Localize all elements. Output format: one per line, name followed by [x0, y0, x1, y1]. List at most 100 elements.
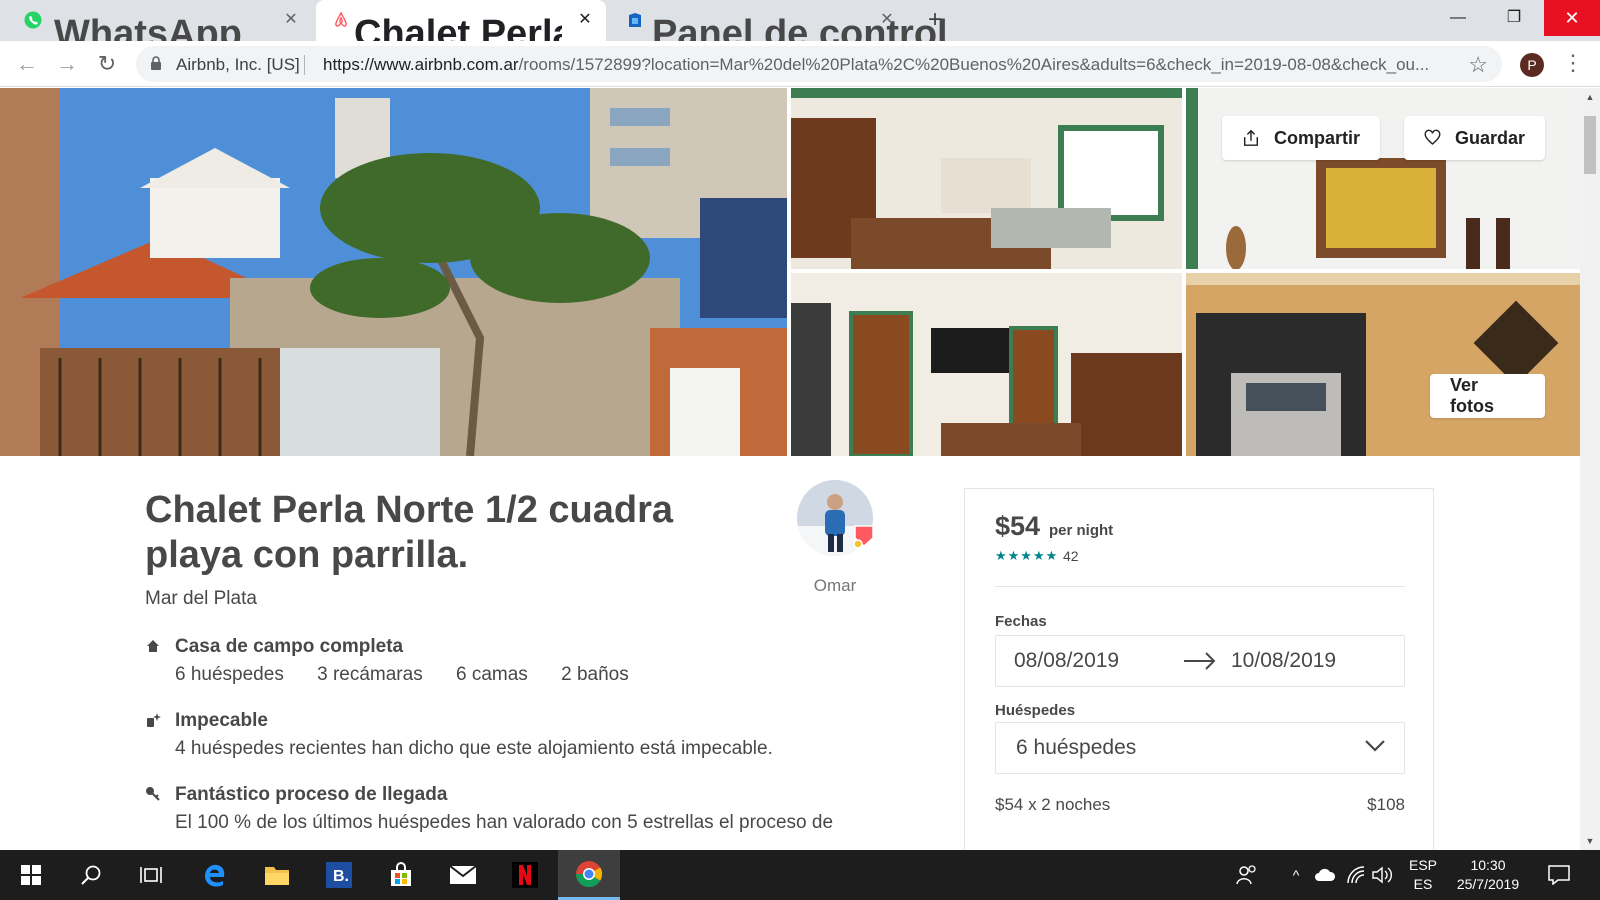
host-name[interactable]: Omar [790, 576, 880, 596]
lock-icon [151, 56, 161, 70]
rating-stars[interactable]: ★★★★★ [995, 548, 1058, 564]
address-bar[interactable]: Airbnb, Inc. [US] https://www.airbnb.com… [136, 46, 1502, 82]
bookmark-star-icon[interactable]: ☆ [1468, 52, 1488, 78]
address-divider [304, 55, 305, 75]
line-item-label: $54 x 2 noches [995, 795, 1111, 814]
listing-title: Chalet Perla Norte 1/2 cuadra playa con … [145, 489, 673, 576]
check-out-date[interactable]: 10/08/2019 [1231, 649, 1336, 673]
arrow-right-icon [1184, 652, 1216, 670]
profile-avatar[interactable]: P [1520, 53, 1544, 77]
photo-garage[interactable] [1186, 273, 1580, 456]
keyboard-layout: ES [1413, 876, 1433, 892]
svg-text:B.: B. [333, 868, 349, 885]
price-line-item: $54 x 2 noches $108 [995, 795, 1405, 815]
page-scrollbar[interactable]: ▲ ▼ [1580, 88, 1600, 850]
speaker-icon [1372, 866, 1392, 884]
key-icon [146, 787, 160, 801]
main-photo-exterior[interactable] [0, 88, 787, 456]
taskbar-mail[interactable] [432, 850, 494, 900]
tab-close-button[interactable]: ✕ [280, 9, 302, 31]
windows-logo-icon [21, 865, 41, 885]
scroll-up-icon[interactable]: ▲ [1584, 92, 1596, 102]
url-path: /rooms/1572899?location=Mar%20del%20Plat… [518, 55, 1430, 74]
taskbar-edge[interactable] [184, 850, 246, 900]
feature-description: 4 huéspedes recientes han dicho que este… [175, 738, 773, 759]
language-code: ESP [1408, 857, 1437, 873]
save-label: Guardar [1454, 127, 1525, 148]
tab-close-button[interactable]: ✕ [876, 9, 898, 31]
url-text[interactable]: https://www.airbnb.com.ar/rooms/1572899?… [323, 55, 1448, 75]
mail-icon [449, 865, 477, 884]
restore-button[interactable]: ❐ [1486, 0, 1542, 36]
tab-control-panel[interactable]: Panel de control ✕ [610, 0, 948, 55]
view-photos-button[interactable]: Ver fotos [1430, 374, 1545, 418]
wifi-button[interactable] [1346, 850, 1368, 900]
task-view-icon [140, 867, 162, 883]
feature-heading: Casa de campo completa [175, 636, 404, 657]
people-button[interactable] [1236, 850, 1266, 900]
bathrooms-count: 2 baños [561, 664, 629, 685]
onedrive-button[interactable] [1314, 850, 1338, 900]
close-window-button[interactable]: ✕ [1544, 0, 1600, 36]
date-range-picker[interactable]: 08/08/2019 10/08/2019 [995, 635, 1405, 687]
tab-whatsapp[interactable]: WhatsApp ✕ [0, 0, 312, 55]
scrollbar-thumb[interactable] [1584, 116, 1596, 174]
chrome-icon [575, 860, 603, 887]
save-button[interactable]: Guardar [1404, 116, 1545, 160]
scroll-down-icon[interactable]: ▼ [1584, 836, 1596, 846]
notification-icon [1548, 865, 1570, 886]
photo-gallery: Compartir Guardar Ver fotos [0, 88, 1580, 456]
cloud-icon [1315, 868, 1336, 881]
guests-dropdown[interactable]: 6 huéspedes [995, 722, 1405, 774]
whatsapp-icon [24, 11, 42, 29]
search-icon [81, 865, 101, 885]
booking-panel: $54 per night ★★★★★ 42 Fechas 08/08/2019… [964, 488, 1434, 850]
browser-tab-strip: WhatsApp ✕ Chalet Perla Norte 1/2 cuadra… [0, 0, 1600, 55]
page-viewport: Compartir Guardar Ver fotos Chalet Perla… [0, 88, 1580, 850]
feature-description: El 100 % de los últimos huéspedes han va… [175, 812, 834, 833]
listing-city[interactable]: Mar del Plata [145, 588, 257, 610]
chrome-menu-icon[interactable]: ⋮ [1562, 51, 1584, 77]
taskbar-booking[interactable]: B. [308, 850, 370, 900]
guests-value: 6 huéspedes [1016, 736, 1137, 759]
photo-living-room[interactable] [791, 273, 1182, 456]
search-button[interactable] [60, 850, 122, 900]
photo-dining-room[interactable] [791, 88, 1182, 269]
forward-button[interactable]: → [54, 51, 80, 77]
control-panel-icon [629, 13, 641, 27]
tab-close-button[interactable]: ✕ [574, 9, 596, 31]
task-view-button[interactable] [120, 850, 182, 900]
review-count[interactable]: 42 [1063, 548, 1079, 564]
system-clock[interactable]: 10:30 25/7/2019 [1448, 856, 1528, 894]
clock-time: 10:30 [1470, 857, 1506, 873]
netflix-icon [512, 862, 538, 888]
taskbar-chrome[interactable] [558, 850, 620, 900]
store-icon [391, 862, 411, 886]
start-button[interactable] [0, 850, 62, 900]
clock-date: 25/7/2019 [1456, 876, 1520, 892]
new-tab-button[interactable]: + [922, 8, 948, 34]
show-hidden-icons-button[interactable]: ^ [1286, 850, 1306, 900]
taskbar-file-explorer[interactable] [246, 850, 308, 900]
beds-count: 6 camas [456, 664, 528, 685]
share-button[interactable]: Compartir [1222, 116, 1380, 160]
feature-heading: Fantástico proceso de llegada [175, 784, 448, 805]
browser-toolbar: ← → ↻ Airbnb, Inc. [US] https://www.airb… [0, 41, 1600, 87]
minimize-button[interactable]: — [1430, 0, 1486, 36]
tab-airbnb[interactable]: Chalet Perla Norte 1/2 cuadra pla ✕ [316, 0, 606, 55]
reload-button[interactable]: ↻ [94, 51, 120, 77]
url-domain: https://www.airbnb.com.ar [323, 55, 519, 74]
site-identity: Airbnb, Inc. [US] [176, 55, 300, 74]
bedrooms-count: 3 recámaras [317, 664, 423, 685]
volume-button[interactable] [1372, 850, 1394, 900]
action-center-button[interactable] [1548, 850, 1578, 900]
taskbar-netflix[interactable] [494, 850, 556, 900]
language-indicator[interactable]: ESP ES [1398, 856, 1448, 894]
feature-heading: Impecable [175, 710, 268, 731]
people-icon [1236, 865, 1256, 885]
check-in-date[interactable]: 08/08/2019 [1014, 649, 1119, 673]
price-unit: per night [1049, 522, 1114, 539]
taskbar-store[interactable] [370, 850, 432, 900]
back-button[interactable]: ← [14, 51, 40, 77]
guests-count: 6 huéspedes [175, 664, 284, 685]
